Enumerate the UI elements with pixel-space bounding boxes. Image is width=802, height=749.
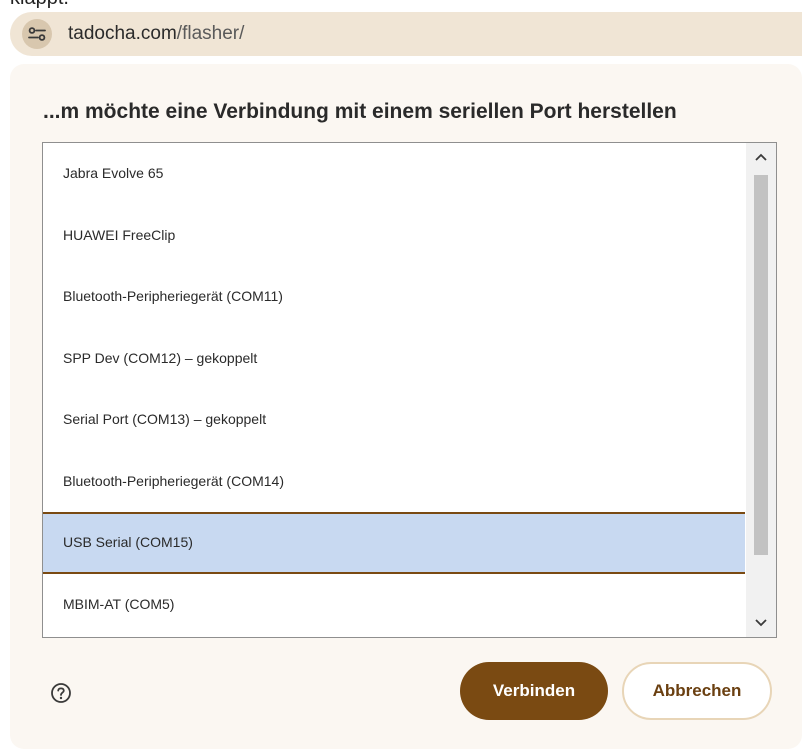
url-text[interactable]: tadocha.com/flasher/ (68, 23, 244, 45)
port-option[interactable]: SPP Dev (COM12) – gekoppelt (43, 328, 745, 390)
port-option[interactable]: USB Serial (COM15) (43, 512, 745, 574)
port-option[interactable]: Bluetooth-Peripheriegerät (COM14) (43, 451, 745, 513)
tune-icon[interactable] (22, 19, 52, 49)
scroll-down-icon[interactable] (746, 609, 776, 637)
url-host: tadocha.com (68, 23, 177, 44)
url-path: /flasher/ (176, 23, 245, 44)
port-items: Jabra Evolve 65 HUAWEI FreeClip Bluetooth-… (43, 143, 745, 635)
clipped-page-text: klappt. (10, 0, 69, 8)
serial-port-dialog: ...m möchte eine Verbindung mit einem se… (10, 64, 802, 749)
port-option[interactable]: MBIM-AT (COM5) (43, 574, 745, 636)
port-option[interactable]: HUAWEI FreeClip (43, 205, 745, 267)
scrollbar-thumb[interactable] (754, 175, 768, 555)
help-circle-icon[interactable] (49, 681, 73, 705)
port-option[interactable]: Jabra Evolve 65 (43, 143, 745, 205)
dialog-title: ...m möchte eine Verbindung mit einem se… (43, 100, 677, 123)
list-scrollbar[interactable] (746, 143, 776, 637)
cancel-button[interactable]: Abbrechen (622, 662, 772, 720)
connect-button[interactable]: Verbinden (460, 662, 608, 720)
port-option[interactable]: Serial Port (COM13) – gekoppelt (43, 389, 745, 451)
address-bar[interactable]: tadocha.com/flasher/ (10, 12, 802, 56)
port-option[interactable]: Bluetooth-Peripheriegerät (COM11) (43, 266, 745, 328)
scroll-up-icon[interactable] (746, 143, 776, 171)
port-list[interactable]: Jabra Evolve 65 HUAWEI FreeClip Bluetooth-… (42, 142, 777, 638)
